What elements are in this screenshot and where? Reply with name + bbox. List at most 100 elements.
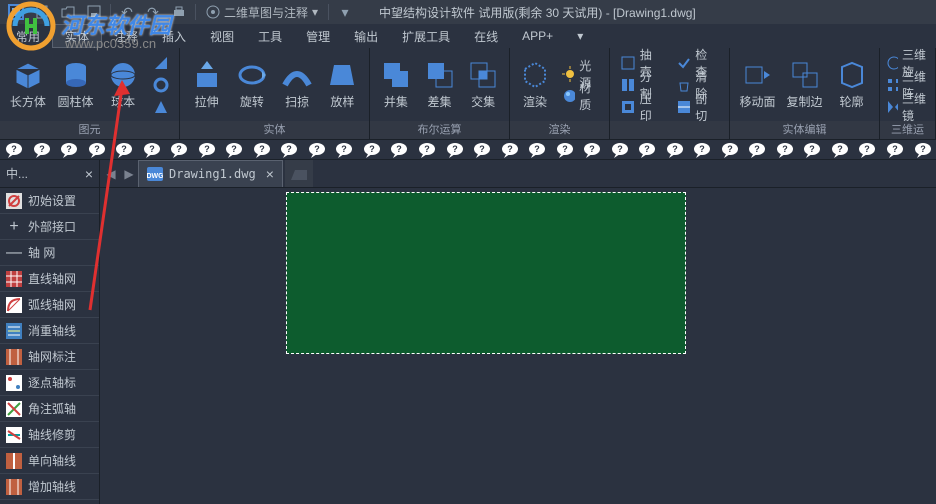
tab-add-button[interactable] [285, 160, 313, 187]
help-icon[interactable]: ? [362, 142, 382, 158]
side-panel-tab[interactable]: 中... × [0, 160, 99, 188]
menu-app[interactable]: APP+ [510, 24, 565, 48]
extrude-button[interactable]: 拉伸 [186, 59, 227, 110]
help-icon[interactable]: ? [885, 142, 905, 158]
tab-prev-icon[interactable]: ◀ [102, 160, 120, 187]
help-icon[interactable]: ? [830, 142, 850, 158]
menu-solid[interactable]: 实体 [52, 24, 102, 48]
menu-home[interactable]: 常用 [4, 24, 52, 48]
svg-text:?: ? [232, 144, 238, 154]
help-icon[interactable]: ? [417, 142, 437, 158]
help-icon[interactable]: ? [32, 142, 52, 158]
menu-manage[interactable]: 管理 [294, 24, 342, 48]
help-icon[interactable]: ? [307, 142, 327, 158]
revolve-icon [236, 59, 268, 91]
side-item-add-axis[interactable]: 增加轴线 [0, 474, 99, 500]
help-icon[interactable]: ? [197, 142, 217, 158]
help-icon[interactable]: ? [334, 142, 354, 158]
help-icon[interactable]: ? [224, 142, 244, 158]
help-icon[interactable]: ? [857, 142, 877, 158]
file-tab[interactable]: DWG Drawing1.dwg × [138, 160, 283, 187]
help-icon[interactable]: ? [169, 142, 189, 158]
torus-button[interactable] [149, 75, 173, 95]
help-icon[interactable]: ? [720, 142, 740, 158]
subtract-button[interactable]: 差集 [420, 59, 460, 110]
union-button[interactable]: 并集 [376, 59, 416, 110]
help-icon[interactable]: ? [747, 142, 767, 158]
help-icon[interactable]: ? [4, 142, 24, 158]
side-item-arc-grid[interactable]: 弧线轴网 [0, 292, 99, 318]
help-icon[interactable]: ? [142, 142, 162, 158]
help-icon[interactable]: ? [692, 142, 712, 158]
wedge-button[interactable] [149, 53, 173, 73]
help-icon[interactable]: ? [252, 142, 272, 158]
cone-button[interactable] [149, 97, 173, 117]
undo-icon[interactable]: ↶ [115, 2, 139, 22]
menu-view[interactable]: 视图 [198, 24, 246, 48]
app-menu-icon[interactable] [4, 2, 28, 22]
help-icon[interactable]: ? [665, 142, 685, 158]
menu-output[interactable]: 输出 [342, 24, 390, 48]
slice-button[interactable]: 剖切 [672, 97, 724, 117]
help-icon[interactable]: ? [582, 142, 602, 158]
print-icon[interactable] [167, 2, 191, 22]
side-item-init[interactable]: 初始设置 [0, 188, 99, 214]
save-icon[interactable] [82, 2, 106, 22]
help-icon[interactable]: ? [114, 142, 134, 158]
svg-text:?: ? [397, 144, 403, 154]
cylinder-button[interactable]: 圆柱体 [54, 59, 98, 110]
3dmirror-button[interactable]: 三维镜 [882, 97, 933, 117]
side-item-dedup[interactable]: 消重轴线 [0, 318, 99, 344]
side-item-single-axis[interactable]: 单向轴线 [0, 448, 99, 474]
menu-expand-icon[interactable]: ▾ [565, 24, 595, 48]
help-icon[interactable]: ? [389, 142, 409, 158]
tab-close-icon[interactable]: × [266, 166, 274, 182]
copyedge-button[interactable]: 复制边 [783, 59, 826, 110]
side-item-angle-arc[interactable]: 角注弧轴 [0, 396, 99, 422]
drawing-canvas[interactable] [100, 188, 936, 504]
workspace-dropdown[interactable]: 二维草图与注释 ▾ [200, 4, 324, 21]
redo-icon[interactable]: ↷ [141, 2, 165, 22]
help-icon[interactable]: ? [445, 142, 465, 158]
menu-online[interactable]: 在线 [462, 24, 510, 48]
menu-annotate[interactable]: 注释 [102, 24, 150, 48]
silhouette-button[interactable]: 轮廓 [830, 59, 873, 110]
help-icon[interactable]: ? [775, 142, 795, 158]
help-icon[interactable]: ? [59, 142, 79, 158]
menu-extend[interactable]: 扩展工具 [390, 24, 462, 48]
menu-insert[interactable]: 插入 [150, 24, 198, 48]
close-icon[interactable]: × [85, 166, 93, 182]
help-icon[interactable]: ? [637, 142, 657, 158]
help-icon[interactable]: ? [279, 142, 299, 158]
side-item-external[interactable]: +外部接口 [0, 214, 99, 240]
help-icon[interactable]: ? [527, 142, 547, 158]
sweep-button[interactable]: 扫掠 [277, 59, 318, 110]
imprint-button[interactable]: 压印 [616, 97, 668, 117]
side-item-line-grid[interactable]: 直线轴网 [0, 266, 99, 292]
new-icon[interactable] [30, 2, 54, 22]
intersect-button[interactable]: 交集 [463, 59, 503, 110]
side-item-axis-grid[interactable]: —轴 网 [0, 240, 99, 266]
help-icon[interactable]: ? [610, 142, 630, 158]
help-icon[interactable]: ? [802, 142, 822, 158]
loft-button[interactable]: 放样 [322, 59, 363, 110]
dropdown-icon[interactable]: ▾ [333, 2, 357, 22]
side-item-point-label[interactable]: 逐点轴标 [0, 370, 99, 396]
side-item-grid-label[interactable]: 轴网标注 [0, 344, 99, 370]
render-button[interactable]: 渲染 [516, 59, 554, 110]
tab-next-icon[interactable]: ▶ [120, 160, 138, 187]
menu-tools[interactable]: 工具 [246, 24, 294, 48]
help-icon[interactable]: ? [555, 142, 575, 158]
svg-text:?: ? [424, 144, 430, 154]
open-icon[interactable] [56, 2, 80, 22]
side-item-trim-axis[interactable]: 轴线修剪 [0, 422, 99, 448]
moveface-button[interactable]: 移动面 [736, 59, 779, 110]
help-icon[interactable]: ? [913, 142, 933, 158]
sphere-button[interactable]: 球本 [101, 59, 145, 110]
help-icon[interactable]: ? [500, 142, 520, 158]
help-icon[interactable]: ? [472, 142, 492, 158]
material-button[interactable]: 材质 [558, 86, 603, 106]
help-icon[interactable]: ? [87, 142, 107, 158]
box-button[interactable]: 长方体 [6, 59, 50, 110]
revolve-button[interactable]: 旋转 [231, 59, 272, 110]
